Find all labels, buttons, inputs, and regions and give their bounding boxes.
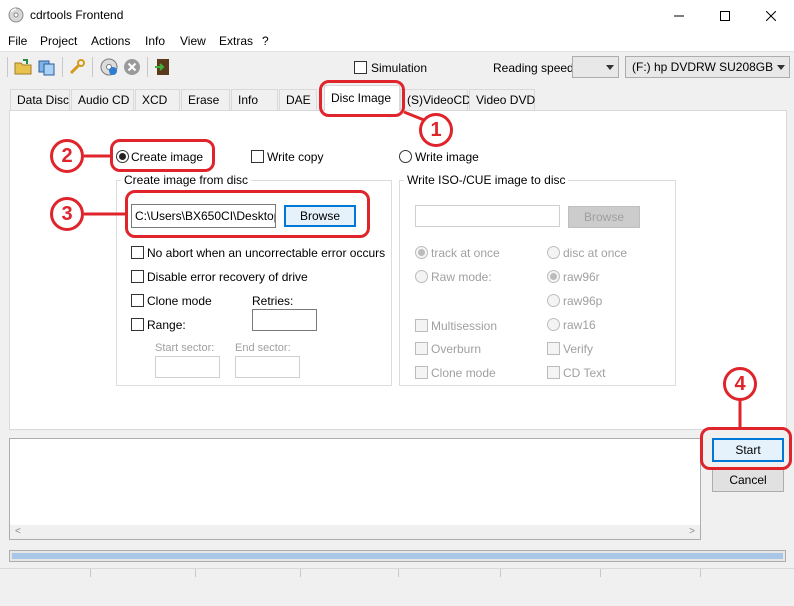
callout-box-create-image [110, 139, 215, 172]
callout-box-path [125, 190, 370, 238]
tab-disc-image[interactable]: Disc Image [324, 85, 400, 111]
callout-box-start [700, 427, 792, 470]
callout-2-badge: 2 [50, 139, 84, 173]
callout-1-badge: 1 [419, 113, 453, 147]
callout-4-badge: 4 [723, 367, 757, 401]
callout-3-badge: 3 [50, 197, 84, 231]
